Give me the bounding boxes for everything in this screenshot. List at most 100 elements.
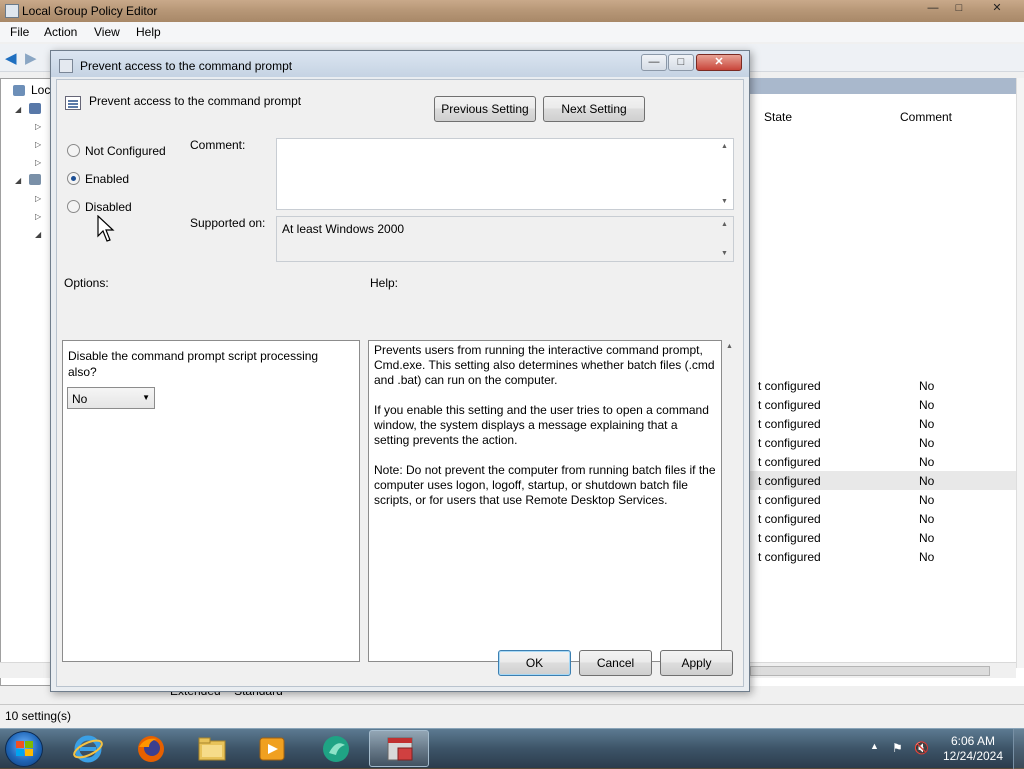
expand-arrow-icon[interactable]: ▷	[35, 194, 41, 203]
help-text: Prevents users from running the interact…	[374, 343, 716, 523]
supported-scrollbar[interactable]: ▲ ▼	[718, 218, 732, 260]
option-description: Disable the command prompt script proces…	[68, 349, 319, 379]
supported-on-value: At least Windows 2000	[282, 222, 405, 236]
radio-not-configured-label[interactable]: Not Configured	[85, 144, 166, 158]
start-button[interactable]	[5, 731, 43, 767]
setting-comment: No	[919, 379, 935, 393]
script-processing-dropdown[interactable]: No ▼	[67, 387, 155, 409]
scroll-down-arrow-icon[interactable]: ▼	[721, 198, 728, 205]
dropdown-arrow-icon[interactable]: ▼	[142, 393, 150, 402]
comment-scrollbar[interactable]: ▲ ▼	[718, 140, 732, 208]
gpedit-app-icon	[5, 4, 19, 18]
scroll-up-arrow-icon[interactable]: ▲	[721, 221, 728, 228]
list-item[interactable]: t configured No	[748, 414, 1018, 433]
ok-button[interactable]: OK	[498, 650, 571, 676]
group-policy-editor-taskbar-button[interactable]	[369, 730, 429, 767]
dropdown-value: No	[72, 392, 88, 406]
horizontal-scroll-thumb[interactable]	[750, 666, 990, 676]
help-paragraph: Prevents users from running the interact…	[374, 343, 715, 387]
setting-state: t configured	[758, 436, 821, 450]
expand-arrow-icon[interactable]: ▷	[35, 158, 41, 167]
comment-field[interactable]: ▲ ▼	[276, 138, 734, 210]
close-button[interactable]: ✕	[984, 0, 1010, 18]
tree-root-label[interactable]: Loc	[31, 83, 50, 97]
setting-state: t configured	[758, 493, 821, 507]
system-clock[interactable]: 6:06 AM 12/24/2024	[938, 734, 1008, 764]
collapse-arrow-icon[interactable]: ◢	[15, 105, 21, 114]
main-title-bar[interactable]: Local Group Policy Editor — □ ✕	[0, 0, 1024, 22]
setting-page-icon	[65, 96, 81, 110]
list-vertical-scrollbar[interactable]	[1016, 78, 1024, 668]
list-item[interactable]: t configured No	[748, 433, 1018, 452]
list-item[interactable]: t configured No	[748, 528, 1018, 547]
media-player-icon[interactable]	[256, 733, 288, 765]
maximize-button[interactable]: □	[946, 0, 972, 18]
internet-explorer-icon[interactable]	[72, 733, 104, 765]
options-label: Options:	[64, 276, 109, 290]
list-item[interactable]: t configured No	[748, 452, 1018, 471]
dialog-minimize-button[interactable]: —	[641, 54, 667, 71]
back-arrow-icon[interactable]: ◀	[5, 49, 17, 67]
status-bar: 10 setting(s)	[0, 704, 1024, 728]
list-item[interactable]: t configured No	[748, 509, 1018, 528]
list-item[interactable]: t configured No	[748, 490, 1018, 509]
forward-arrow-icon[interactable]: ▶	[25, 49, 37, 67]
volume-muted-icon[interactable]: 🔇	[914, 741, 929, 755]
apply-button[interactable]: Apply	[660, 650, 733, 676]
collapse-arrow-icon[interactable]: ◢	[15, 176, 21, 185]
clock-time: 6:06 AM	[950, 734, 996, 748]
expand-arrow-icon[interactable]: ▷	[35, 122, 41, 131]
status-text: 10 setting(s)	[5, 709, 72, 723]
show-hidden-icons-arrow-icon[interactable]: ▲	[870, 741, 879, 751]
expand-arrow-icon[interactable]: ▷	[35, 140, 41, 149]
browser-icon[interactable]	[320, 733, 352, 765]
dialog-close-button[interactable]: ✕	[696, 54, 742, 71]
setting-comment: No	[919, 398, 935, 412]
setting-comment: No	[919, 493, 935, 507]
setting-comment: No	[919, 512, 935, 526]
list-item[interactable]: t configured No	[748, 547, 1018, 566]
list-item[interactable]: t configured No	[748, 471, 1018, 490]
setting-state: t configured	[758, 550, 821, 564]
expand-arrow-icon[interactable]: ▷	[35, 212, 41, 221]
collapse-arrow-icon[interactable]: ◢	[35, 230, 41, 239]
setting-heading: Prevent access to the command prompt	[89, 94, 302, 108]
policy-root-icon	[13, 85, 25, 96]
dialog-title-bar[interactable]: Prevent access to the command prompt — □…	[51, 51, 749, 77]
radio-button[interactable]	[67, 172, 80, 185]
show-desktop-button[interactable]	[1013, 729, 1024, 769]
radio-button[interactable]	[67, 144, 80, 157]
cancel-button[interactable]: Cancel	[579, 650, 652, 676]
scroll-up-arrow-icon[interactable]: ▲	[726, 343, 733, 350]
scroll-up-arrow-icon[interactable]: ▲	[721, 143, 728, 150]
clock-date: 12/24/2024	[942, 749, 1004, 763]
radio-enabled-label[interactable]: Enabled	[85, 172, 129, 186]
radio-button[interactable]	[67, 200, 80, 213]
list-item[interactable]: t configured No	[748, 376, 1018, 395]
menu-view[interactable]: View	[94, 25, 120, 39]
firefox-icon[interactable]	[135, 733, 167, 765]
scroll-down-arrow-icon[interactable]: ▼	[721, 250, 728, 257]
next-setting-button[interactable]: Next Setting	[543, 96, 645, 122]
previous-setting-button[interactable]: Previous Setting	[434, 96, 536, 122]
supported-on-label: Supported on:	[190, 216, 266, 230]
setting-state: t configured	[758, 398, 821, 412]
menu-help[interactable]: Help	[136, 25, 161, 39]
dialog-maximize-button[interactable]: □	[668, 54, 694, 71]
file-explorer-icon[interactable]	[196, 733, 228, 765]
setting-comment: No	[919, 474, 935, 488]
help-scrollbar[interactable]: ▲ ▼	[723, 340, 737, 662]
list-item[interactable]: t configured No	[748, 395, 1018, 414]
action-center-flag-icon[interactable]: ⚑	[892, 741, 903, 755]
computer-config-icon	[29, 103, 41, 114]
help-label: Help:	[370, 276, 399, 290]
settings-list-pane: State Comment t configured No t configured…	[748, 78, 1024, 686]
column-header-state[interactable]: State	[764, 110, 792, 124]
radio-disabled-label[interactable]: Disabled	[85, 200, 132, 214]
column-header-comment[interactable]: Comment	[900, 110, 952, 124]
main-window-title: Local Group Policy Editor	[22, 4, 158, 18]
menu-file[interactable]: File	[10, 25, 29, 39]
minimize-button[interactable]: —	[920, 0, 946, 18]
menu-action[interactable]: Action	[44, 25, 77, 39]
setting-comment: No	[919, 550, 935, 564]
